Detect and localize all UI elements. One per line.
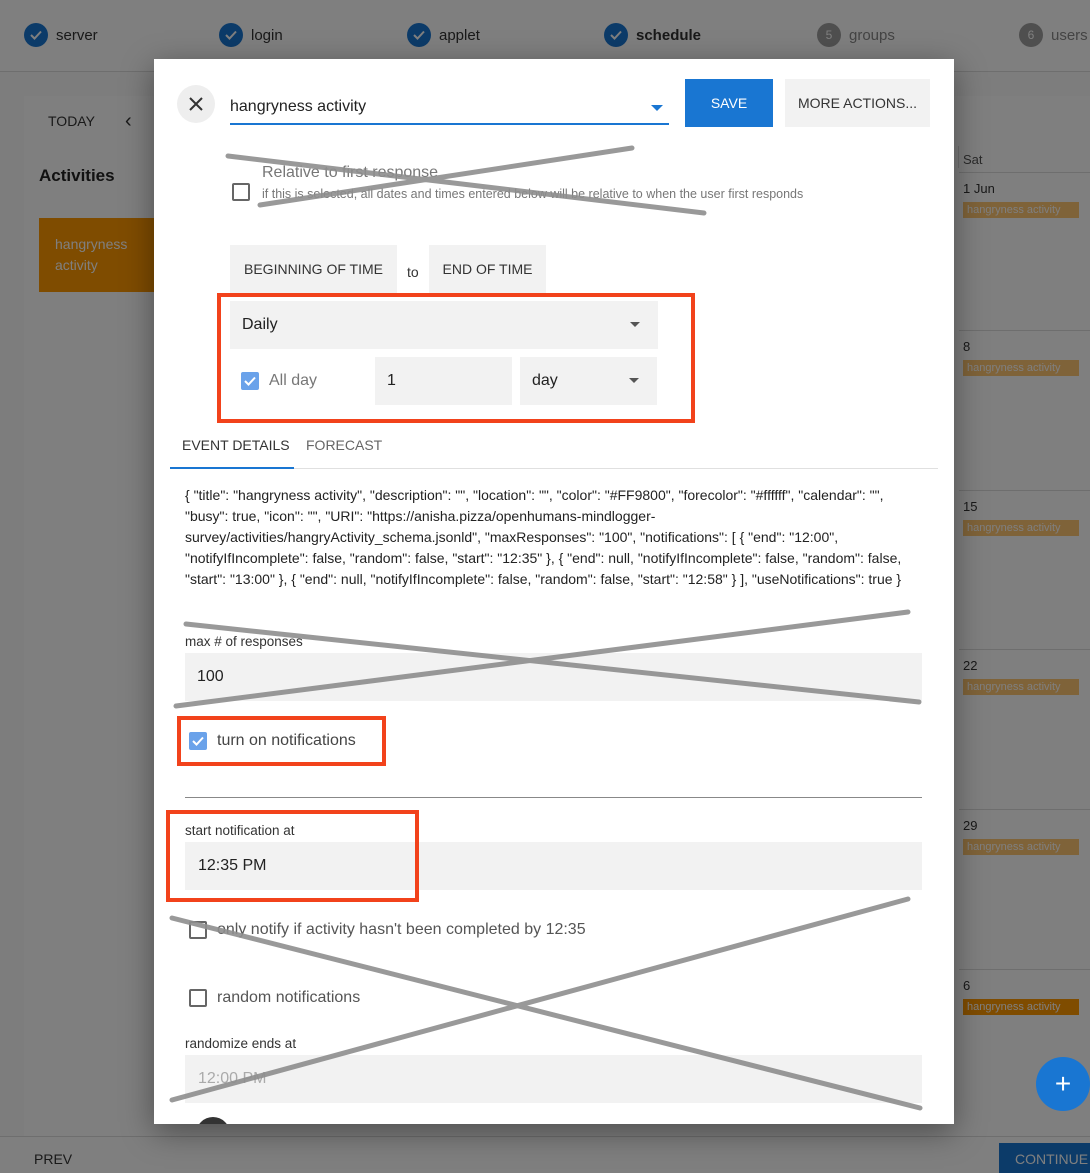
avatar xyxy=(196,1117,230,1124)
tab-forecast[interactable]: FORECAST xyxy=(306,437,382,453)
more-actions-button[interactable]: MORE ACTIONS... xyxy=(785,79,930,127)
end-date-button[interactable]: END OF TIME xyxy=(429,245,546,293)
relative-hint: if this is selected, all dates and times… xyxy=(262,187,804,201)
random-notifications-checkbox[interactable] xyxy=(189,989,207,1007)
randomize-ends-value: 12:00 PM xyxy=(198,1070,267,1087)
notify-if-incomplete-checkbox[interactable] xyxy=(189,921,207,939)
max-responses-value: 100 xyxy=(197,668,224,685)
highlight-start-time-box xyxy=(166,810,419,902)
notify-if-incomplete-label: only notify if activity hasn't been comp… xyxy=(217,921,586,938)
relative-checkbox[interactable] xyxy=(232,183,250,201)
close-button[interactable] xyxy=(177,85,215,123)
active-tab-indicator xyxy=(170,467,294,469)
relative-label: Relative to first response xyxy=(262,164,439,181)
close-icon xyxy=(189,97,203,111)
highlight-notifications-box xyxy=(177,716,386,766)
begin-date-button[interactable]: BEGINNING OF TIME xyxy=(230,245,397,293)
random-notifications-label: random notifications xyxy=(217,989,361,1006)
dropdown-arrow-icon xyxy=(651,105,663,111)
max-responses-label: max # of responses xyxy=(185,634,303,649)
range-to-label: to xyxy=(407,264,419,280)
max-responses-input[interactable]: 100 xyxy=(185,653,922,701)
randomize-ends-label: randomize ends at xyxy=(185,1036,297,1051)
highlight-frequency-box xyxy=(217,293,695,423)
detail-tabs: EVENT DETAILS FORECAST xyxy=(170,429,938,469)
randomize-ends-input[interactable]: 12:00 PM xyxy=(185,1055,922,1103)
activity-select[interactable]: hangryness activity xyxy=(230,93,669,125)
save-button[interactable]: SAVE xyxy=(685,79,773,127)
tab-event-details[interactable]: EVENT DETAILS xyxy=(182,437,290,453)
add-event-fab[interactable]: + xyxy=(1036,1057,1090,1111)
activity-select-value: hangryness activity xyxy=(230,98,367,115)
divider xyxy=(185,797,922,798)
event-json-preview: { "title": "hangryness activity", "descr… xyxy=(185,487,902,587)
event-editor-dialog: hangryness activity SAVE MORE ACTIONS...… xyxy=(154,59,954,1124)
